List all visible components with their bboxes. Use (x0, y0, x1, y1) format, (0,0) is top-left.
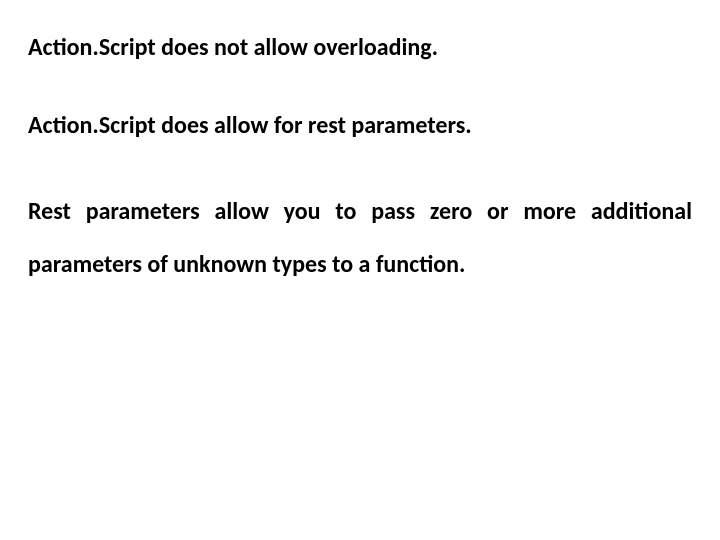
text-line-1: Action.Script does not allow overloading… (28, 30, 692, 66)
slide: Action.Script does not allow overloading… (0, 0, 720, 540)
text-paragraph: Rest parameters allow you to pass zero o… (28, 186, 692, 292)
text-line-2: Action.Script does allow for rest parame… (28, 108, 692, 144)
